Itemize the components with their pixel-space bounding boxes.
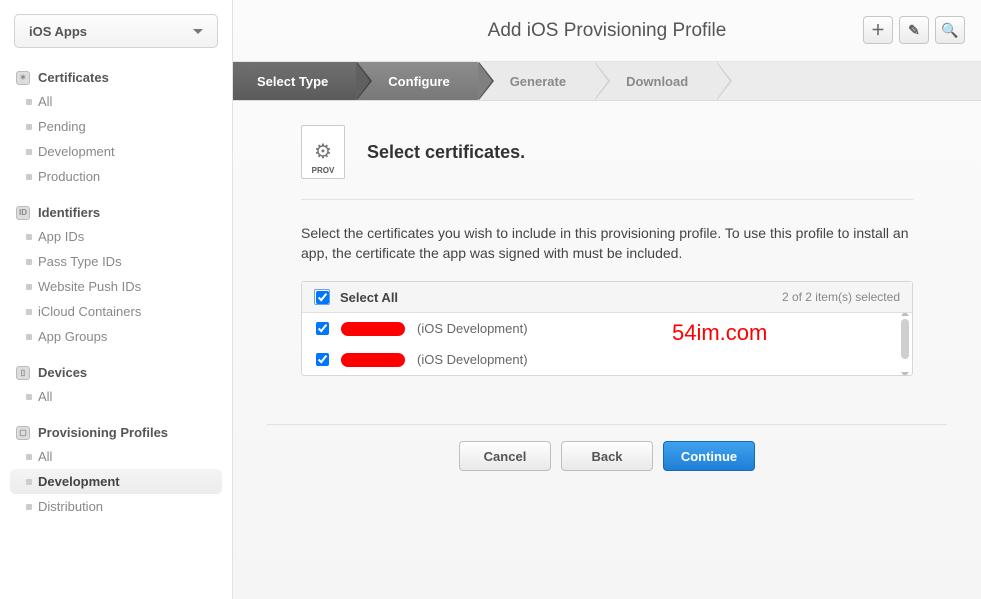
sidebar-header-label: Identifiers [38,205,100,220]
sidebar-header-profiles[interactable]: ▢ Provisioning Profiles [0,421,232,444]
sidebar-item-label: All [38,449,52,464]
certificate-checkbox[interactable] [316,353,329,366]
prov-icon: ▢ [16,426,30,440]
sidebar-item-label: Pass Type IDs [38,254,122,269]
sidebar-item-profiles-development[interactable]: Development [10,469,222,494]
sidebar-item-devices-all[interactable]: All [0,384,232,409]
cancel-button[interactable]: Cancel [459,441,551,471]
step-download: Download [594,62,716,100]
sidebar-item-website-push-ids[interactable]: Website Push IDs [0,274,232,299]
edit-icon: ✎ [908,22,920,39]
select-all-checkbox[interactable] [314,289,330,305]
page-title: Add iOS Provisioning Profile [488,20,727,42]
certificate-row[interactable]: (iOS Development) [302,344,912,375]
certificate-checkbox[interactable] [316,322,329,335]
sidebar-header-certificates[interactable]: ✶ Certificates [0,66,232,89]
sidebar-section-certificates: ✶ Certificates All Pending Development P… [0,66,232,189]
step-generate: Generate [478,62,594,100]
continue-button[interactable]: Continue [663,441,755,471]
chevron-down-icon [193,29,203,34]
cert-icon: ✶ [16,71,30,85]
scroll-down-icon [901,372,909,375]
prov-badge: PROV [312,166,335,175]
sidebar-item-label: All [38,94,52,109]
sidebar-item-label: App Groups [38,329,107,344]
platform-selector-label: iOS Apps [29,24,87,39]
certificate-list-header: Select All 2 of 2 item(s) selected [302,282,912,313]
topbar: Add iOS Provisioning Profile ＋ ✎ 🔍 [233,0,981,62]
scroll-up-icon [901,313,909,316]
sidebar-item-label: Distribution [38,499,103,514]
back-button[interactable]: Back [561,441,653,471]
scrollbar[interactable] [901,313,909,375]
edit-button[interactable]: ✎ [899,16,929,44]
sidebar-item-app-ids[interactable]: App IDs [0,224,232,249]
footer-actions: Cancel Back Continue [267,424,947,487]
certificate-row[interactable]: (iOS Development) [302,313,912,344]
device-icon: ▯ [16,366,30,380]
sidebar-item-label: Pending [38,119,86,134]
sidebar-header-label: Certificates [38,70,109,85]
sidebar-item-label: iCloud Containers [38,304,141,319]
step-label: Configure [388,74,449,89]
step-label: Download [626,74,688,89]
sidebar-item-label: All [38,389,52,404]
sidebar-item-icloud-containers[interactable]: iCloud Containers [0,299,232,324]
sidebar-item-label: Website Push IDs [38,279,141,294]
certificate-type: (iOS Development) [417,352,528,367]
content: ⚙ PROV Select certificates. Select the c… [233,101,981,599]
step-label: Generate [510,74,566,89]
sidebar-header-devices[interactable]: ▯ Devices [0,361,232,384]
sidebar-item-profiles-distribution[interactable]: Distribution [0,494,232,519]
wizard-steps: Select Type Configure Generate Download [233,62,981,101]
sidebar-item-profiles-all[interactable]: All [0,444,232,469]
sidebar-item-label: App IDs [38,229,84,244]
sidebar-header-label: Provisioning Profiles [38,425,168,440]
redacted-name [341,353,405,367]
sidebar-item-label: Production [38,169,100,184]
sidebar-item-pass-type-ids[interactable]: Pass Type IDs [0,249,232,274]
section-header: ⚙ PROV Select certificates. [301,101,913,200]
step-select-type[interactable]: Select Type [233,62,356,100]
gear-icon: ⚙ [314,142,332,162]
section-heading: Select certificates. [367,142,525,163]
sidebar-item-cert-production[interactable]: Production [0,164,232,189]
sidebar-section-profiles: ▢ Provisioning Profiles All Development … [0,421,232,519]
section-description: Select the certificates you wish to incl… [267,200,947,281]
sidebar-item-label: Development [38,144,115,159]
select-all-label: Select All [340,290,398,305]
search-icon: 🔍 [941,22,958,39]
provisioning-file-icon: ⚙ PROV [301,125,345,179]
redacted-name [341,322,405,336]
sidebar-header-identifiers[interactable]: ID Identifiers [0,201,232,224]
select-all-input[interactable] [316,291,329,304]
main-area: Add iOS Provisioning Profile ＋ ✎ 🔍 Selec… [233,0,981,599]
sidebar-item-cert-all[interactable]: All [0,89,232,114]
sidebar-section-identifiers: ID Identifiers App IDs Pass Type IDs Web… [0,201,232,349]
step-configure[interactable]: Configure [356,62,477,100]
platform-selector[interactable]: iOS Apps [14,14,218,48]
add-button[interactable]: ＋ [863,16,893,44]
search-button[interactable]: 🔍 [935,16,965,44]
sidebar-section-devices: ▯ Devices All [0,361,232,409]
sidebar-item-cert-pending[interactable]: Pending [0,114,232,139]
certificate-type: (iOS Development) [417,321,528,336]
sidebar-item-label: Development [38,474,120,489]
sidebar-header-label: Devices [38,365,87,380]
sidebar-item-app-groups[interactable]: App Groups [0,324,232,349]
selected-count: 2 of 2 item(s) selected [782,290,900,304]
certificate-list: Select All 2 of 2 item(s) selected (iOS … [301,281,913,376]
topbar-actions: ＋ ✎ 🔍 [863,16,965,44]
sidebar: iOS Apps ✶ Certificates All Pending Deve… [0,0,233,599]
plus-icon: ＋ [871,20,885,40]
sidebar-item-cert-development[interactable]: Development [0,139,232,164]
step-label: Select Type [257,74,328,89]
certificate-list-body: (iOS Development) (iOS Development) 54im… [302,313,912,375]
id-icon: ID [16,206,30,220]
